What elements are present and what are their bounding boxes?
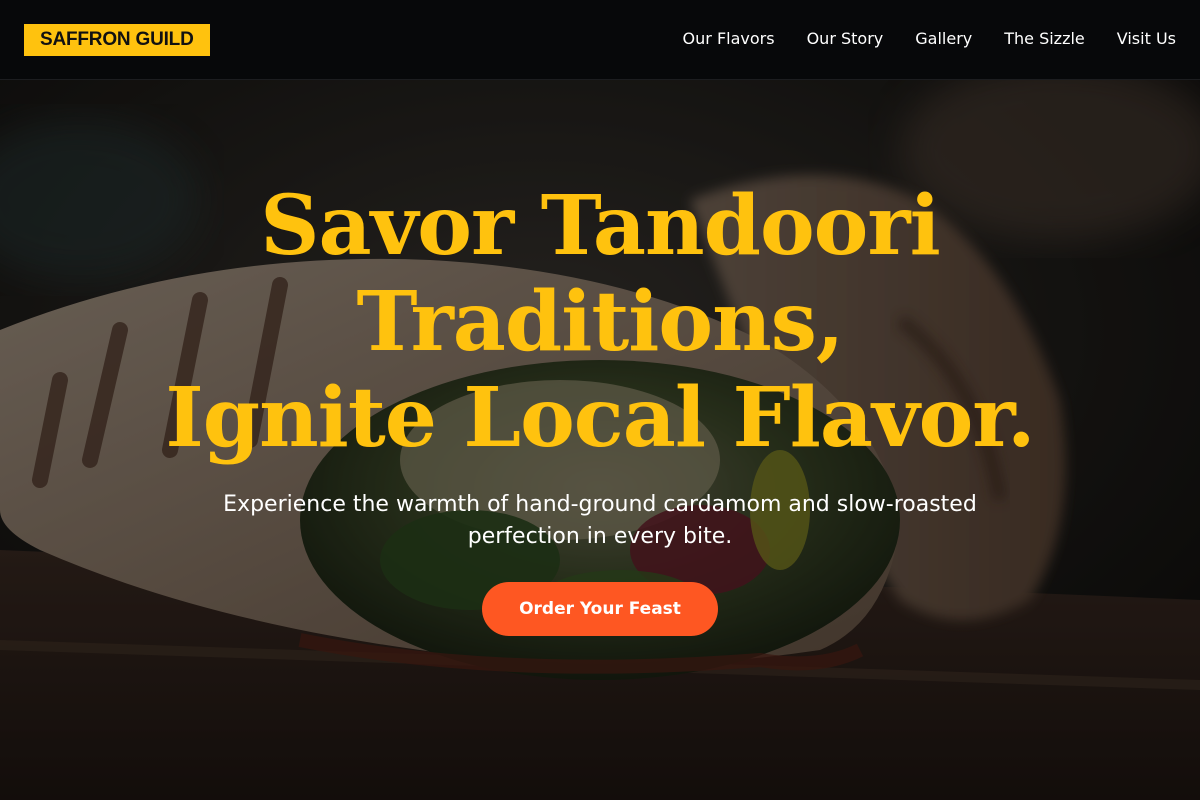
- hero-content: Savor Tandoori Traditions, Ignite Local …: [0, 80, 1200, 800]
- top-navigation-bar: SAFFRON GUILD Our Flavors Our Story Gall…: [0, 0, 1200, 80]
- nav-link-our-flavors[interactable]: Our Flavors: [683, 28, 775, 50]
- hero-headline-line-3: Ignite Local Flavor.: [165, 370, 1035, 466]
- hero-headline-line-2: Traditions,: [356, 274, 845, 370]
- nav-link-the-sizzle[interactable]: The Sizzle: [1004, 28, 1085, 50]
- brand-logo[interactable]: SAFFRON GUILD: [24, 24, 210, 56]
- hero-subtitle: Experience the warmth of hand-ground car…: [223, 492, 977, 549]
- nav-link-visit-us[interactable]: Visit Us: [1117, 28, 1176, 50]
- order-your-feast-button[interactable]: Order Your Feast: [482, 582, 718, 636]
- main-nav: Our Flavors Our Story Gallery The Sizzle…: [683, 28, 1176, 50]
- hero-headline-line-1: Savor Tandoori: [260, 178, 940, 274]
- nav-link-gallery[interactable]: Gallery: [915, 28, 972, 50]
- hero-section: Savor Tandoori Traditions, Ignite Local …: [0, 80, 1200, 800]
- page: SAFFRON GUILD Our Flavors Our Story Gall…: [0, 0, 1200, 800]
- hero-headline: Savor Tandoori Traditions, Ignite Local …: [100, 178, 1100, 466]
- nav-link-our-story[interactable]: Our Story: [807, 28, 884, 50]
